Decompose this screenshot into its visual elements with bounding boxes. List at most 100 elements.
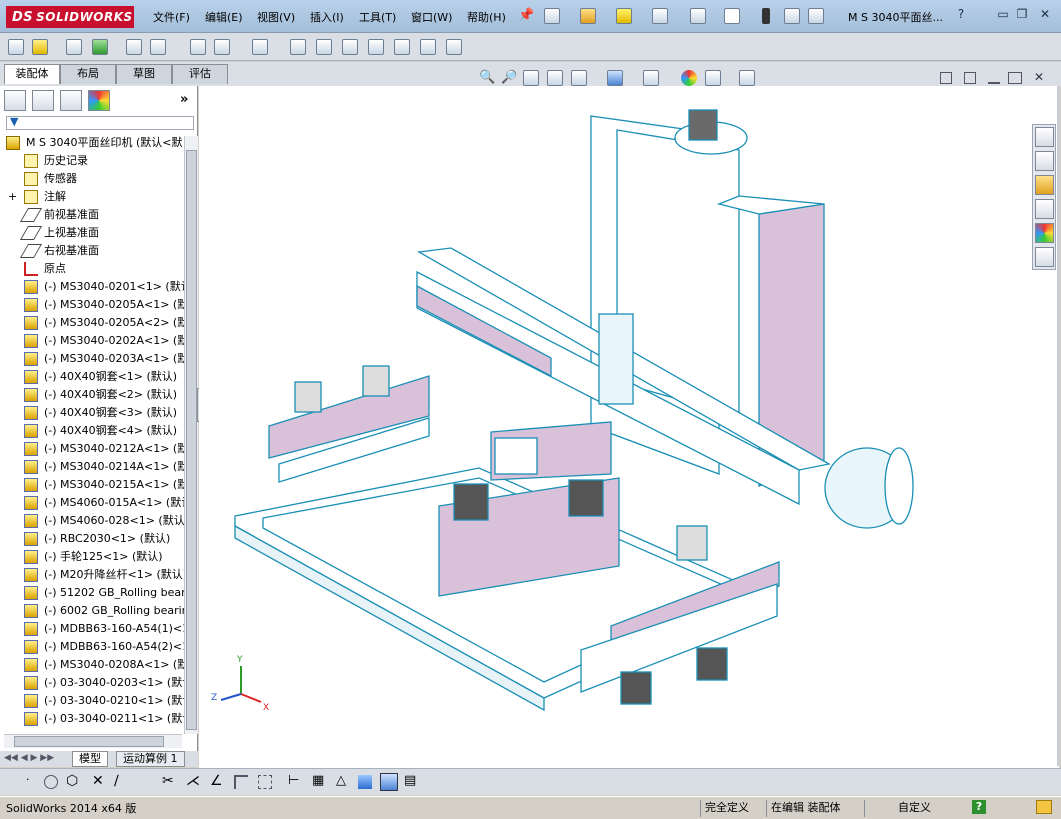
view-settings-icon[interactable] [739, 70, 755, 86]
reference-geometry-icon[interactable] [252, 39, 268, 55]
tree-item[interactable]: (-) 03-3040-0210<1> (默认) [0, 692, 186, 710]
corner-rectangle-icon[interactable] [234, 775, 248, 789]
apply-scene-icon[interactable] [705, 70, 721, 86]
view-orientation-icon[interactable] [571, 70, 587, 86]
tab-evaluate[interactable]: 评估 [172, 64, 228, 84]
tree-item[interactable]: (-) MS4060-028<1> (默认) [0, 512, 186, 530]
tree-item[interactable]: (-) 40X40钢套<3> (默认) [0, 404, 186, 422]
dashed-rectangle-icon[interactable] [258, 775, 272, 789]
viewport-close-icon[interactable]: ✕ [1034, 70, 1044, 84]
explode-line-sketch-icon[interactable] [368, 39, 384, 55]
menu-file[interactable]: 文件(F) [153, 9, 190, 25]
tree-item[interactable]: (-) MS3040-0201<1> (默认) [0, 278, 186, 296]
tree-item[interactable]: (-) MS3040-0202A<1> (默认) [0, 332, 186, 350]
tree-item[interactable]: 历史记录 [0, 152, 186, 170]
smart-fasteners-icon[interactable] [126, 39, 142, 55]
solidworks-resources-icon[interactable] [1035, 127, 1054, 147]
tab-scroll-arrows-icon[interactable]: ◀◀ ◀ ▶ ▶▶ [4, 753, 54, 763]
bill-of-materials-icon[interactable] [316, 39, 332, 55]
tree-horizontal-scrollbar[interactable] [4, 734, 182, 748]
insert-component-icon[interactable] [8, 39, 24, 55]
cube-icon[interactable] [358, 775, 372, 789]
linear-pattern-icon[interactable] [92, 39, 108, 55]
tree-item[interactable]: (-) 40X40钢套<2> (默认) [0, 386, 186, 404]
previous-view-icon[interactable] [523, 70, 539, 86]
restore-button[interactable]: ❐ [1013, 7, 1031, 23]
section-view-icon[interactable] [547, 70, 563, 86]
undo-icon[interactable] [690, 8, 706, 24]
select-pointer-icon[interactable] [724, 8, 740, 24]
file-explorer-icon[interactable] [1035, 175, 1054, 195]
tree-item[interactable]: (-) RBC2030<1> (默认) [0, 530, 186, 548]
tree-item[interactable]: (-) MDBB63-160-A54(2)<1> [0, 638, 186, 656]
property-manager-tab-icon[interactable] [32, 90, 54, 111]
tree-item[interactable]: (-) 40X40钢套<1> (默认) [0, 368, 186, 386]
traffic-light-icon[interactable] [762, 8, 770, 24]
tree-item[interactable]: (-) 03-3040-0211<1> (默认) [0, 710, 186, 728]
menu-tools[interactable]: 工具(T) [359, 9, 396, 25]
tree-item[interactable]: (-) MS3040-0215A<1> (默认) [0, 476, 186, 494]
help-icon[interactable]: ? [972, 800, 986, 814]
update-speedpak-icon[interactable] [420, 39, 436, 55]
menu-insert[interactable]: 插入(I) [310, 9, 344, 25]
help-button[interactable]: ? [952, 7, 970, 23]
shaded-display-icon[interactable] [380, 773, 398, 791]
tree-item[interactable]: (-) MS3040-0208A<1> (默认) [0, 656, 186, 674]
display-manager-tab-icon[interactable] [88, 90, 110, 111]
circle-icon[interactable] [44, 775, 58, 789]
solidworks-logo[interactable]: DS SOLIDWORKS [6, 6, 134, 28]
zoom-to-area-icon[interactable]: 🔎 [501, 70, 517, 85]
pin-icon[interactable]: 📌 [518, 8, 534, 23]
design-library-icon[interactable] [1035, 151, 1054, 171]
tree-vertical-scrollbar[interactable] [184, 136, 198, 734]
tab-sketch[interactable]: 草图 [116, 64, 172, 84]
open-icon[interactable] [580, 8, 596, 24]
menu-help[interactable]: 帮助(H) [467, 9, 506, 25]
centerline-icon[interactable]: ✕ [92, 773, 104, 789]
scrollbar-thumb[interactable] [186, 150, 197, 730]
tree-item[interactable]: (-) 03-3040-0203<1> (默认) [0, 674, 186, 692]
display-style-icon[interactable] [607, 70, 623, 86]
tree-item[interactable]: (-) 手轮125<1> (默认) [0, 548, 186, 566]
options-icon[interactable] [808, 8, 824, 24]
tree-item[interactable]: (-) MS3040-0205A<1> (默认) [0, 296, 186, 314]
tree-item[interactable]: (-) MS3040-0214A<1> (默认) [0, 458, 186, 476]
instant3d-icon[interactable] [394, 39, 410, 55]
triangle-icon[interactable]: △ [336, 773, 346, 788]
close-button[interactable]: ✕ [1036, 7, 1054, 23]
filter-icon[interactable]: ▼ [10, 115, 18, 128]
tree-item[interactable]: (-) MS3040-0212A<1> (默认) [0, 440, 186, 458]
table-icon[interactable]: ▤ [404, 773, 416, 788]
assembly-model[interactable]: Y X Z [199, 86, 1059, 768]
new-part-icon[interactable] [32, 39, 48, 55]
grid-icon[interactable]: ▦ [312, 773, 324, 788]
tree-item[interactable]: (-) MDBB63-160-A54(1)<1> [0, 620, 186, 638]
tree-item[interactable]: (-) MS3040-0203A<1> (默认) [0, 350, 186, 368]
new-motion-study-icon[interactable] [290, 39, 306, 55]
show-hidden-icon[interactable] [190, 39, 206, 55]
menu-window[interactable]: 窗口(W) [411, 9, 452, 25]
zoom-to-fit-icon[interactable]: 🔍 [479, 70, 495, 85]
tree-item[interactable]: (-) 6002 GB_Rolling bearings [0, 602, 186, 620]
tree-item[interactable]: 前视基准面 [0, 206, 186, 224]
exploded-view-icon[interactable] [342, 39, 358, 55]
feature-manager-tab-icon[interactable] [4, 90, 26, 111]
viewport-maximize-icon[interactable] [1008, 72, 1022, 84]
viewport-tile-icon[interactable] [964, 72, 976, 84]
tree-item[interactable]: + 注解 [0, 188, 186, 206]
smart-dimension-icon[interactable]: ⊢ [288, 773, 299, 788]
filter-field[interactable]: ▼ [6, 115, 194, 130]
tab-layout[interactable]: 布局 [60, 64, 116, 84]
point-icon[interactable]: · [26, 773, 30, 786]
trim-icon[interactable]: ✂ [162, 773, 174, 789]
viewport-restore-icon[interactable] [940, 72, 952, 84]
custom-properties-icon[interactable] [1035, 247, 1054, 267]
viewport-minimize-icon[interactable] [988, 72, 1000, 84]
take-snapshot-icon[interactable] [446, 39, 462, 55]
tree-item[interactable]: 原点 [0, 260, 186, 278]
new-document-icon[interactable] [544, 8, 560, 24]
menu-edit[interactable]: 编辑(E) [205, 9, 243, 25]
tree-item[interactable]: 传感器 [0, 170, 186, 188]
scrollbar-thumb[interactable] [14, 736, 164, 747]
panel-collapse-button[interactable]: » [180, 92, 188, 107]
